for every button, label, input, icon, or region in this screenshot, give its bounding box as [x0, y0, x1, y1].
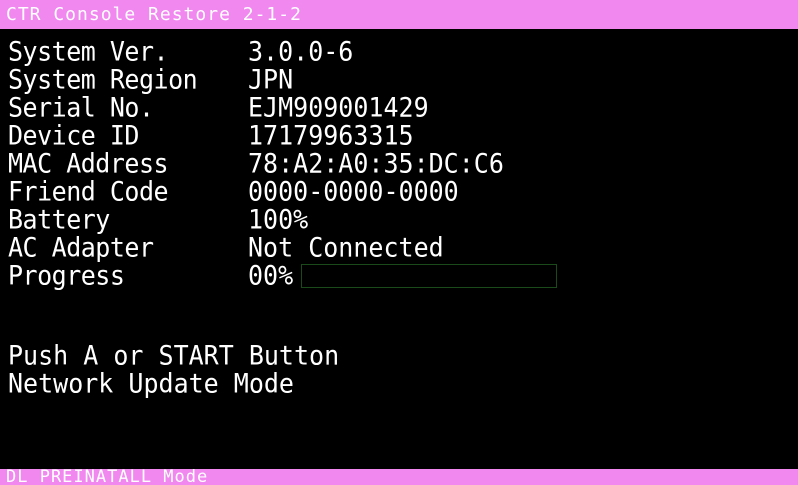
battery-value: 100%: [248, 203, 309, 236]
ac-adapter-value: Not Connected: [248, 231, 444, 264]
progress-label: Progress: [8, 259, 125, 292]
battery-label: Battery: [8, 203, 110, 236]
info-row-device-id: Device ID 17179963315: [8, 119, 557, 152]
mac-address-label: MAC Address: [8, 147, 169, 180]
friend-code-label: Friend Code: [8, 175, 169, 208]
device-id-label: Device ID: [8, 119, 139, 152]
info-row-mac-address: MAC Address 78:A2:A0:35:DC:C6: [8, 147, 557, 180]
progress-bar: [301, 264, 558, 288]
system-region-value: JPN: [248, 63, 294, 96]
info-row-ac-adapter: AC Adapter Not Connected: [8, 231, 557, 264]
info-row-serial-number: Serial No. EJM909001429: [8, 91, 557, 124]
info-row-system-region: System Region JPN: [8, 63, 557, 96]
console-screen: CTR Console Restore 2-1-2 System Ver. 3.…: [0, 0, 798, 485]
system-version-label: System Ver.: [8, 35, 169, 68]
instruction-messages: Push A or START Button Network Update Mo…: [8, 339, 340, 400]
info-row-friend-code: Friend Code 0000-0000-0000: [8, 175, 557, 208]
title-bar: CTR Console Restore 2-1-2: [0, 0, 798, 29]
serial-number-label: Serial No.: [8, 91, 154, 124]
progress-percent: 00%: [248, 259, 294, 292]
serial-number-value: EJM909001429: [248, 91, 429, 124]
device-id-value: 17179963315: [248, 119, 414, 152]
system-info-list: System Ver. 3.0.0-6 System Region JPN Se…: [8, 35, 558, 292]
app-title: CTR Console Restore 2-1-2: [6, 4, 302, 25]
status-bar: DL_PREINATALL Mode: [0, 469, 798, 485]
info-row-battery: Battery 100%: [8, 203, 557, 236]
system-version-value: 3.0.0-6: [248, 35, 354, 68]
push-button-message: Push A or START Button: [8, 339, 340, 372]
ac-adapter-label: AC Adapter: [8, 231, 154, 264]
progress-group: 00%: [248, 259, 558, 292]
update-mode-message: Network Update Mode: [8, 367, 294, 400]
mac-address-value: 78:A2:A0:35:DC:C6: [248, 147, 504, 180]
system-region-label: System Region: [8, 63, 198, 96]
info-row-progress: Progress 00%: [8, 259, 558, 292]
friend-code-value: 0000-0000-0000: [248, 175, 459, 208]
info-row-system-version: System Ver. 3.0.0-6: [8, 35, 557, 68]
mode-status: DL_PREINATALL Mode: [6, 469, 209, 485]
